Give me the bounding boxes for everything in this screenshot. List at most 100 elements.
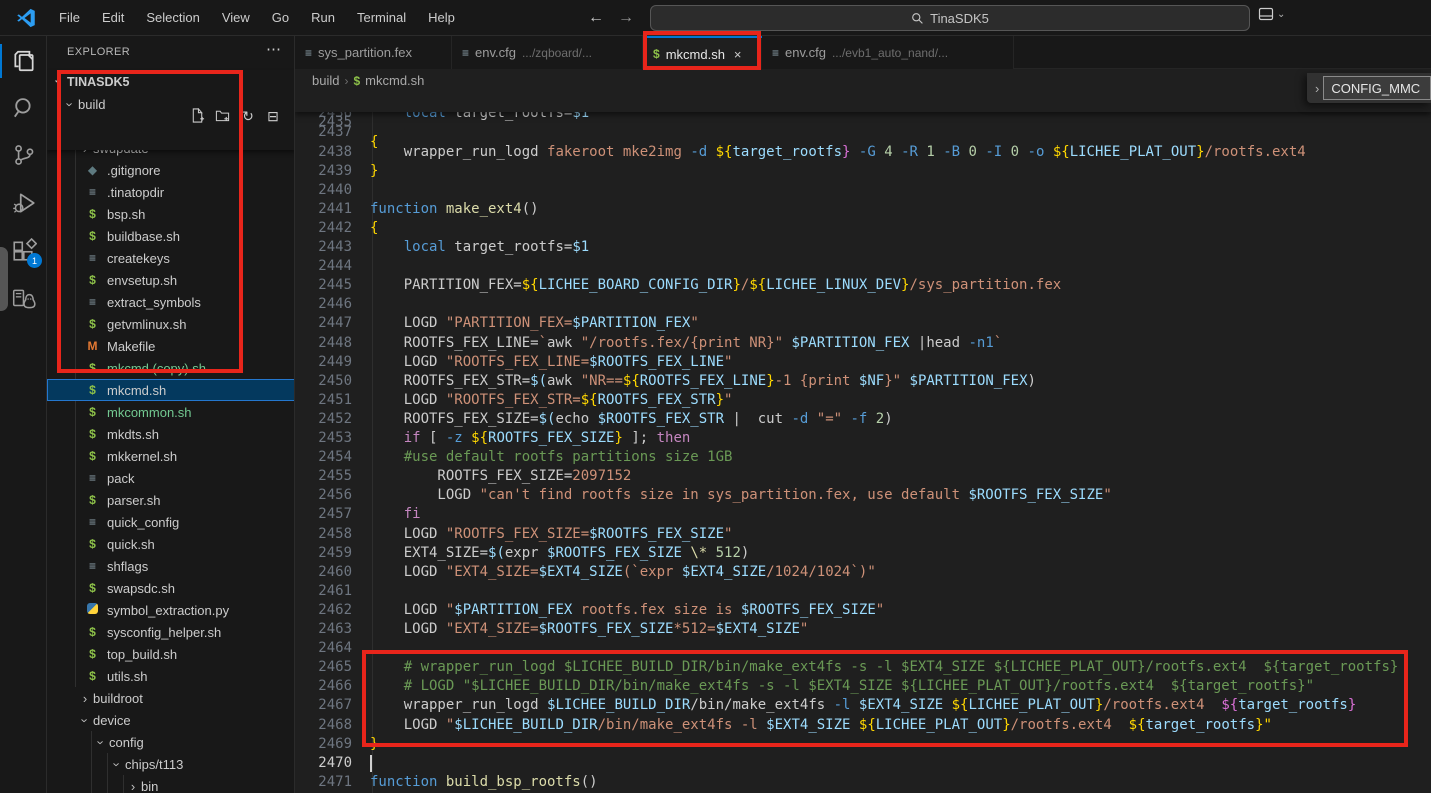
file-file-icon: ≡ xyxy=(85,471,100,485)
code-line: 2456 LOGD "can't find rootfs size in sys… xyxy=(295,486,1431,505)
layout-toggle-button[interactable]: ⌄ xyxy=(1258,6,1285,22)
code-line: 2466 # LOGD "$LICHEE_BUILD_DIR/bin/make_… xyxy=(295,677,1431,696)
tree-file-mkcmd-copy-sh[interactable]: $mkcmd (copy).sh xyxy=(47,357,295,379)
tree-file-parser-sh[interactable]: $parser.sh xyxy=(47,489,295,511)
tree-root-tinasdk5[interactable]: › TINASDK5 xyxy=(47,70,295,93)
code-text: LOGD "PARTITION_FEX=$PARTITION_FEX" xyxy=(370,314,699,333)
tree-file-getvmlinux-sh[interactable]: $getvmlinux.sh xyxy=(47,313,295,335)
tree-file--tinatopdir[interactable]: ≡.tinatopdir xyxy=(47,181,295,203)
code-line: 2454 #use default rootfs partitions size… xyxy=(295,448,1431,467)
tab-label: sys_partition.fex xyxy=(318,45,412,60)
code-line: 2449 LOGD "ROOTFS_FEX_LINE=$ROOTFS_FEX_L… xyxy=(295,353,1431,372)
explorer-icon[interactable] xyxy=(11,48,37,74)
screen-edge-handle[interactable] xyxy=(0,247,8,311)
tree-file--gitignore[interactable]: ◆.gitignore xyxy=(47,159,295,181)
nav-arrows: ← → xyxy=(588,0,634,36)
tree-file-mkkernel-sh[interactable]: $mkkernel.sh xyxy=(47,445,295,467)
source-control-icon[interactable] xyxy=(11,142,37,168)
code-text: # wrapper_run_logd $LICHEE_BUILD_DIR/bin… xyxy=(370,658,1398,677)
tab-mkcmd-sh[interactable]: $mkcmd.sh× xyxy=(643,36,762,70)
line-number: 2462 xyxy=(295,601,352,620)
line-number: 2444 xyxy=(295,257,352,276)
breadcrumb-folder[interactable]: build xyxy=(312,73,339,88)
more-actions-icon[interactable]: ⋯ xyxy=(266,40,281,58)
code-line: 2439} xyxy=(295,162,1431,181)
tree-file-mkdts-sh[interactable]: $mkdts.sh xyxy=(47,423,295,445)
tree-file-swapsdc-sh[interactable]: $swapsdc.sh xyxy=(47,577,295,599)
tree-item-label: createkeys xyxy=(107,251,170,266)
menu-go[interactable]: Go xyxy=(261,0,300,36)
tab-env-cfg[interactable]: ≡env.cfg.../zqboard/... xyxy=(452,36,643,69)
tree-folder-build[interactable]: › build xyxy=(47,93,295,115)
command-center-text: TinaSDK5 xyxy=(930,11,989,26)
tree-folder-buildroot[interactable]: ›buildroot xyxy=(47,687,295,709)
search-icon[interactable] xyxy=(11,95,37,121)
forward-icon[interactable]: → xyxy=(618,9,634,27)
tree-item-label: bin xyxy=(141,779,158,793)
line-number: 2456 xyxy=(295,486,352,505)
code-text: LOGD "can't find rootfs size in sys_part… xyxy=(370,486,1112,505)
tree-file-buildbase-sh[interactable]: $buildbase.sh xyxy=(47,225,295,247)
line-number: 2469 xyxy=(295,735,352,754)
code-editor[interactable]: 2436 local target_rootfs=$124372438 wrap… xyxy=(295,92,1431,793)
tree-file-shflags[interactable]: ≡shflags xyxy=(47,555,295,577)
code-text: LOGD "$LICHEE_BUILD_DIR/bin/make_ext4fs … xyxy=(370,716,1272,735)
line-number: 2449 xyxy=(295,353,352,372)
code-line: 2453 if [ -z ${ROOTFS_FEX_SIZE} ]; then xyxy=(295,429,1431,448)
code-text: local target_rootfs=$1 xyxy=(370,238,589,257)
tree-file-quick-sh[interactable]: $quick.sh xyxy=(47,533,295,555)
chevron-right-icon: › xyxy=(77,691,93,706)
tree-folder-chips-t113[interactable]: ›chips/t113 xyxy=(47,753,295,775)
find-widget[interactable]: › CONFIG_MMC xyxy=(1307,73,1431,103)
tree-folder-swupdate[interactable]: ›swupdate xyxy=(47,150,295,159)
tree-file-sysconfig-helper-sh[interactable]: $sysconfig_helper.sh xyxy=(47,621,295,643)
code-text: # LOGD "$LICHEE_BUILD_DIR/bin/make_ext4f… xyxy=(370,677,1314,696)
menu-file[interactable]: File xyxy=(48,0,91,36)
tab-sys-partition-fex[interactable]: ≡sys_partition.fex xyxy=(295,36,452,69)
tree-folder-device[interactable]: ›device xyxy=(47,709,295,731)
breadcrumb[interactable]: build › $ mkcmd.sh xyxy=(295,69,1431,92)
tab-env-cfg[interactable]: ≡env.cfg.../evb1_auto_nand/... xyxy=(762,36,1014,69)
layout-panel-icon xyxy=(1258,6,1274,22)
back-icon[interactable]: ← xyxy=(588,9,604,27)
tree-file-pack[interactable]: ≡pack xyxy=(47,467,295,489)
tab-description: .../evb1_auto_nand/... xyxy=(832,46,948,60)
breadcrumb-file[interactable]: mkcmd.sh xyxy=(365,73,424,88)
code-text: function build_bsp_rootfs() xyxy=(370,773,598,792)
file-file-icon: ≡ xyxy=(85,251,100,265)
shell-file-icon: $ xyxy=(85,273,100,287)
menu-edit[interactable]: Edit xyxy=(91,0,135,36)
line-number: 2452 xyxy=(295,410,352,429)
menu-run[interactable]: Run xyxy=(300,0,346,36)
tree-file-quick-config[interactable]: ≡quick_config xyxy=(47,511,295,533)
tree-file-utils-sh[interactable]: $utils.sh xyxy=(47,665,295,687)
find-input[interactable]: CONFIG_MMC xyxy=(1323,76,1431,100)
menu-terminal[interactable]: Terminal xyxy=(346,0,417,36)
menu-view[interactable]: View xyxy=(211,0,261,36)
tree-file-createkeys[interactable]: ≡ createkeys xyxy=(47,247,295,269)
code-text: wrapper_run_logd $LICHEE_BUILD_DIR/bin/m… xyxy=(370,696,1356,715)
command-center-search[interactable]: TinaSDK5 xyxy=(650,5,1250,31)
code-line: 2446 xyxy=(295,295,1431,314)
toggle-replace-chevron-icon[interactable]: › xyxy=(1315,81,1319,96)
remote-linux-icon[interactable] xyxy=(11,286,37,312)
code-text: { xyxy=(370,132,378,152)
close-icon[interactable]: × xyxy=(734,47,742,62)
extensions-icon[interactable]: 1 xyxy=(11,238,37,264)
tree-file-mkcommon-sh[interactable]: $mkcommon.sh xyxy=(47,401,295,423)
tree-folder-config[interactable]: ›config xyxy=(47,731,295,753)
tree-item-label: getvmlinux.sh xyxy=(107,317,186,332)
menu-selection[interactable]: Selection xyxy=(135,0,210,36)
tree-file-mkcmd-sh[interactable]: $mkcmd.sh xyxy=(47,379,295,401)
tree-item-label: mkcommon.sh xyxy=(107,405,192,420)
menu-help[interactable]: Help xyxy=(417,0,466,36)
run-debug-icon[interactable] xyxy=(11,190,37,216)
tree-folder-bin[interactable]: ›bin xyxy=(47,775,295,793)
tree-file-symbol-extraction-py[interactable]: symbol_extraction.py xyxy=(47,599,295,621)
tree-file-bsp-sh[interactable]: $bsp.sh xyxy=(47,203,295,225)
tree-file-top-build-sh[interactable]: $top_build.sh xyxy=(47,643,295,665)
tree-file-extract-symbols[interactable]: ≡extract_symbols xyxy=(47,291,295,313)
tree-file-envsetup-sh[interactable]: $envsetup.sh xyxy=(47,269,295,291)
tree-file-makefile[interactable]: MMakefile xyxy=(47,335,295,357)
code-line: 2464 xyxy=(295,639,1431,658)
